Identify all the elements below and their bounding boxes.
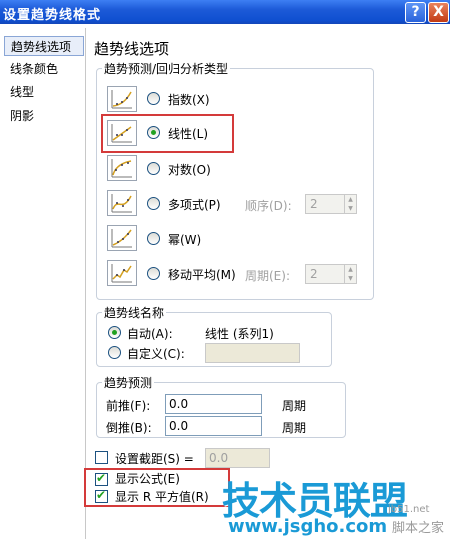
order-label: 顺序(D): <box>245 199 292 213</box>
intercept-input[interactable]: 0.0 <box>205 448 270 468</box>
custom-name-radio[interactable] <box>108 346 121 359</box>
sidebar-item-line-style[interactable]: 线型 <box>4 82 84 102</box>
watermark-small-site: jb51.net <box>388 504 430 515</box>
polynomial-trend-icon <box>107 190 137 216</box>
watermark-small-name: 脚本之家 <box>392 521 445 536</box>
auto-name-radio[interactable] <box>108 326 121 339</box>
close-button[interactable]: X <box>428 2 449 23</box>
forecast-group-title: 趋势预测 <box>102 374 155 391</box>
moving-average-label: 移动平均(M) <box>168 268 236 282</box>
intercept-checkbox[interactable] <box>95 451 108 464</box>
moving-average-icon <box>107 260 137 286</box>
backward-unit: 周期 <box>282 421 307 435</box>
exponential-trend-icon <box>107 86 137 112</box>
backward-input[interactable]: 0.0 <box>165 416 262 436</box>
period-stepper-arrows-icon[interactable]: ▲ ▼ <box>344 265 356 283</box>
logarithmic-trend-icon <box>107 155 137 181</box>
title-bar: 设置趋势线格式 ? X <box>0 0 450 24</box>
polynomial-label: 多项式(P) <box>168 198 221 212</box>
window-title: 设置趋势线格式 <box>3 8 102 23</box>
power-trend-icon <box>107 225 137 251</box>
forward-unit: 周期 <box>282 399 307 413</box>
custom-name-label: 自定义(C): <box>127 347 185 361</box>
auto-name-label: 自动(A): <box>127 327 173 341</box>
intercept-label: 设置截距(S) = <box>115 452 194 466</box>
custom-name-input[interactable] <box>205 343 300 363</box>
order-value: 2 <box>310 197 318 211</box>
logarithmic-radio[interactable] <box>147 162 160 175</box>
sidebar-item-trendline-options[interactable]: 趋势线选项 <box>4 36 84 56</box>
forward-label: 前推(F): <box>106 399 151 413</box>
order-stepper-arrows-icon[interactable]: ▲ ▼ <box>344 195 356 213</box>
highlight-box-linear <box>101 114 234 153</box>
backward-label: 倒推(B): <box>106 421 152 435</box>
power-radio[interactable] <box>147 232 160 245</box>
power-label: 幂(W) <box>168 233 202 247</box>
sidebar: 趋势线选项 线条颜色 线型 阴影 <box>0 28 86 539</box>
period-value: 2 <box>310 267 318 281</box>
polynomial-radio[interactable] <box>147 197 160 210</box>
period-label: 周期(E): <box>245 269 290 283</box>
highlight-box-display-options <box>84 468 230 507</box>
page-title: 趋势线选项 <box>94 40 170 58</box>
regression-type-group-title: 趋势预测/回归分析类型 <box>102 60 231 77</box>
sidebar-item-shadow[interactable]: 阴影 <box>4 106 84 126</box>
forward-input[interactable]: 0.0 <box>165 394 262 414</box>
logarithmic-label: 对数(O) <box>168 163 211 177</box>
auto-name-value: 线性 (系列1) <box>205 327 274 341</box>
help-button[interactable]: ? <box>405 2 426 23</box>
order-stepper[interactable]: 2 ▲ ▼ <box>305 194 357 214</box>
period-stepper[interactable]: 2 ▲ ▼ <box>305 264 357 284</box>
watermark-url: www.jsgho.com <box>228 516 388 537</box>
trendline-name-group-title: 趋势线名称 <box>102 304 167 321</box>
exponential-label: 指数(X) <box>168 93 210 107</box>
sidebar-item-line-color[interactable]: 线条颜色 <box>4 59 84 79</box>
moving-average-radio[interactable] <box>147 267 160 280</box>
exponential-radio[interactable] <box>147 92 160 105</box>
